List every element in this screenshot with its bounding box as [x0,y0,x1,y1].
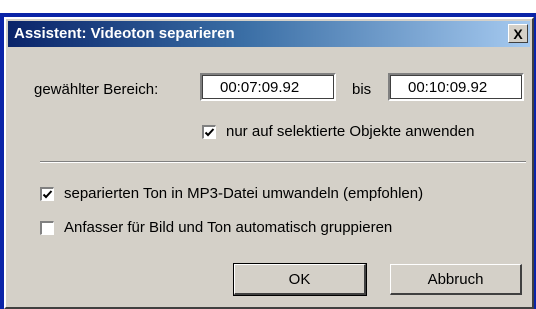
convert-mp3-option[interactable]: separierten Ton in MP3-Datei umwandeln (… [40,185,423,202]
separator [40,161,526,163]
range-start-field[interactable]: 00:07:09.92 [200,73,336,101]
convert-mp3-label: separierten Ton in MP3-Datei umwandeln (… [64,185,424,202]
convert-mp3-checkbox[interactable] [40,186,54,201]
title-bar[interactable]: Assistent: Videoton separieren X [8,21,530,47]
ok-button-label: OK [288,270,311,288]
window-title: Assistent: Videoton separieren [14,25,235,42]
close-button[interactable]: X [508,24,528,43]
cancel-button-label: Abbruch [427,270,484,288]
cancel-button[interactable]: Abbruch [390,264,522,295]
group-handles-checkbox[interactable] [40,220,54,235]
group-handles-label: Anfasser für Bild und Ton automatisch gr… [64,219,393,236]
ok-button[interactable]: OK [233,263,367,296]
range-end-field[interactable]: 00:10:09.92 [388,73,524,101]
selected-only-option[interactable]: nur auf selektierte Objekte anwenden [202,123,475,140]
close-icon: X [513,25,523,42]
selected-only-label: nur auf selektierte Objekte anwenden [226,123,475,140]
checkmark-icon [42,189,53,198]
background-strip [0,0,536,13]
range-label: gewählter Bereich: [34,81,159,98]
range-to-label: bis [352,81,372,98]
selected-only-checkbox[interactable] [202,124,216,139]
checkmark-icon [204,127,215,136]
wizard-dialog: Assistent: Videoton separieren X gewählt… [4,17,534,309]
group-handles-option[interactable]: Anfasser für Bild und Ton automatisch gr… [40,219,392,236]
